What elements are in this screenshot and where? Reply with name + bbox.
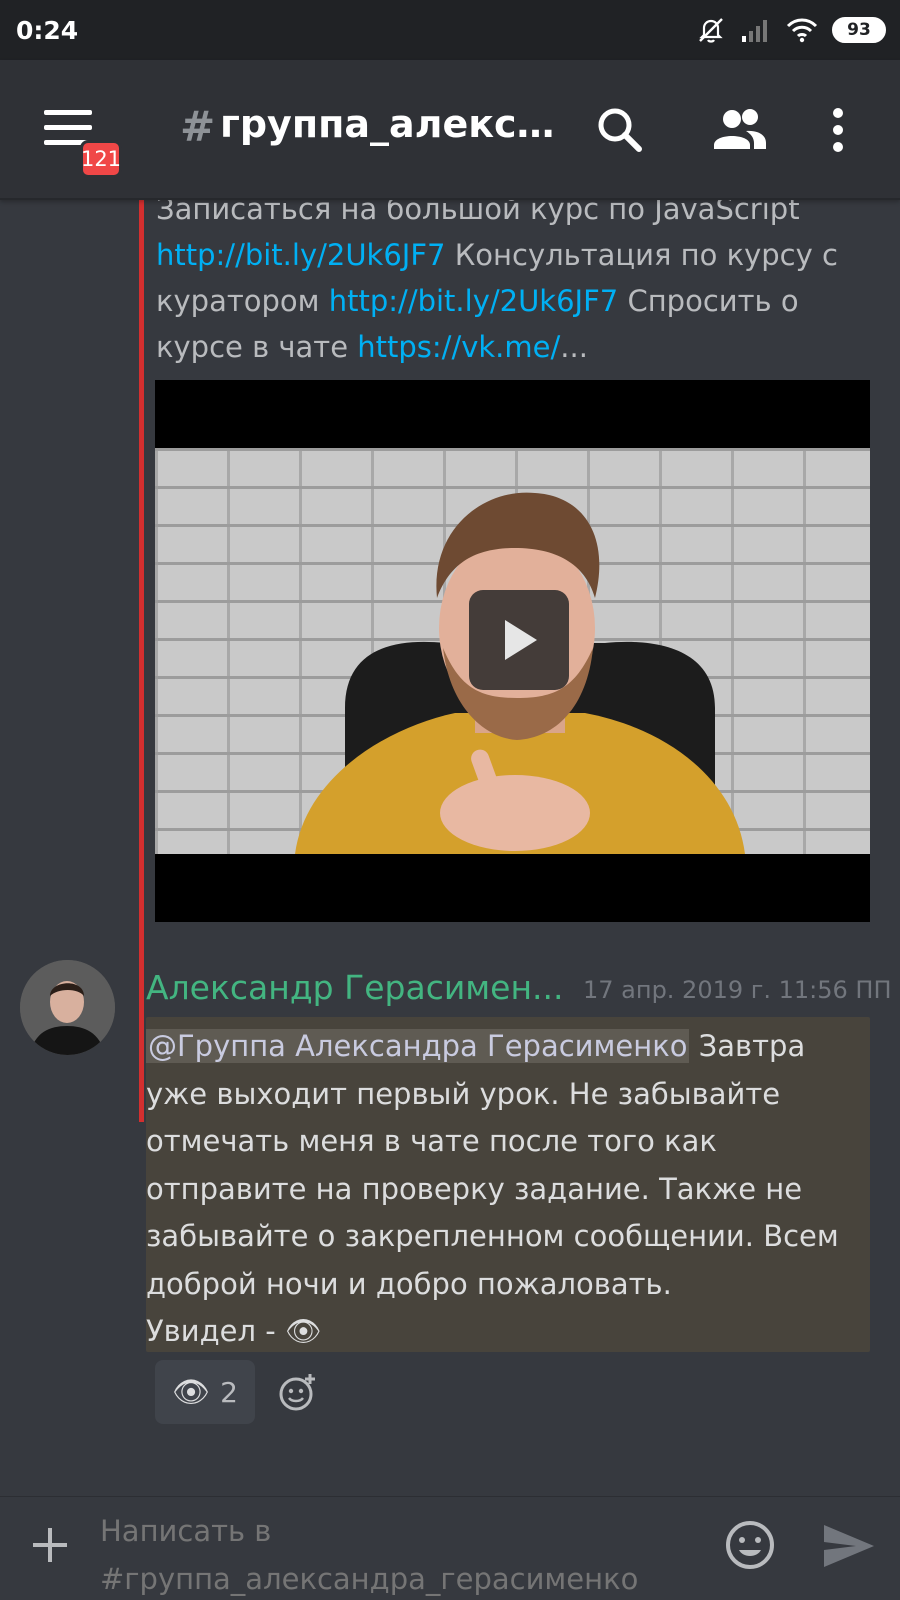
channel-header: 121 # группа_алекса... [0,60,900,200]
message-input[interactable] [100,1507,700,1599]
add-reaction-icon[interactable] [278,1372,318,1412]
message-content: @Группа Александра Герасименко Завтра уж… [146,1023,866,1356]
embed-ellipsis: ... [560,330,588,364]
reaction-emoji: 👁 [172,1374,211,1410]
message-body: Завтра уже выходит первый урок. Не забыв… [146,1029,839,1301]
message-last-line: Увидел - 👁 [146,1314,322,1348]
embed-description: Записаться на большой курс по JavaScript… [156,200,876,370]
reaction-eye[interactable]: 👁 2 [155,1360,255,1424]
bell-off-icon [699,18,723,43]
reaction-count: 2 [220,1375,238,1409]
message-list[interactable]: Записаться на большой курс по JavaScript… [0,200,900,1496]
members-icon[interactable] [710,105,770,155]
wifi-icon [786,18,818,43]
unread-badge: 121 [80,140,122,178]
embed-description-top: Записаться на большой курс по JavaScript [156,200,800,226]
embed-accent-bar [139,200,144,1122]
embed-link-2[interactable]: http://bit.ly/2Uk6JF7 [329,284,619,318]
embed-link-3[interactable]: https://vk.me/ [357,330,560,364]
message-author[interactable]: Александр Герасимен... [146,968,566,1007]
embed-link-1[interactable]: http://bit.ly/2Uk6JF7 [156,238,446,272]
signal-icon [742,20,767,42]
plus-icon[interactable] [30,1525,70,1565]
status-icons: 93 [696,15,886,45]
channel-title[interactable]: группа_алекса... [220,102,560,146]
video-embed[interactable] [155,380,870,922]
message-input-bar [0,1496,900,1600]
play-icon[interactable] [469,590,569,690]
more-vertical-icon[interactable] [831,105,845,155]
send-icon[interactable] [822,1523,876,1569]
status-time: 0:24 [16,15,79,45]
message-timestamp: 17 апр. 2019 г. 11:56 ПП [583,976,892,1004]
status-bar: 0:24 93 [0,0,900,60]
channel-hash-icon: # [180,102,216,151]
mention[interactable]: @Группа Александра Герасименко [146,1029,690,1063]
emoji-icon[interactable] [724,1519,776,1571]
search-icon[interactable] [595,105,645,155]
avatar[interactable] [20,960,115,1055]
battery-icon: 93 [832,17,886,43]
video-thumbnail [155,448,870,854]
